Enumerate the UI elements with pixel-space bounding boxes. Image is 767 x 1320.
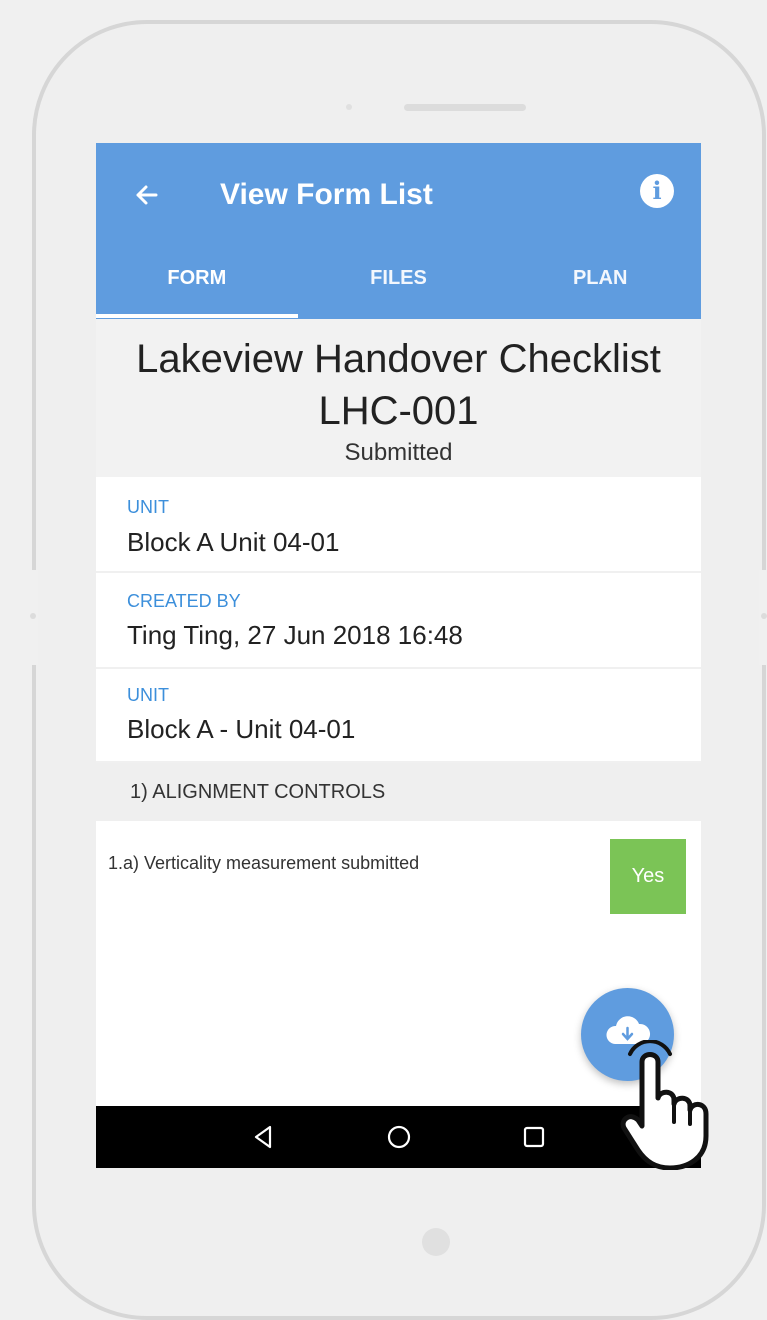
field-label: UNIT	[127, 497, 169, 517]
field-value: Ting Ting, 27 Jun 2018 16:48	[127, 620, 463, 650]
side-dot-left	[30, 613, 36, 619]
front-camera	[346, 104, 352, 110]
tab-form[interactable]: FORM	[96, 258, 298, 318]
app-bar-title: View Form List	[220, 178, 433, 211]
form-title: Lakeview Handover Checklist LHC-001	[136, 337, 661, 433]
info-icon: i	[652, 176, 662, 205]
nav-home-button[interactable]	[384, 1122, 414, 1152]
android-nav-bar	[96, 1106, 701, 1168]
field-unit-detail: UNIT Block A - Unit 04-01	[96, 669, 701, 763]
back-triangle-icon	[254, 1125, 272, 1149]
field-value: Block A - Unit 04-01	[127, 714, 356, 744]
home-circle-icon	[387, 1125, 411, 1149]
form-status: Submitted	[344, 439, 453, 466]
tab-bar: FORM FILES PLAN	[96, 258, 701, 318]
tap-hand-icon	[620, 1040, 709, 1170]
back-button[interactable]	[128, 175, 168, 215]
section-header: 1) ALIGNMENT CONTROLS	[96, 763, 701, 821]
nav-recents-button[interactable]	[519, 1122, 549, 1152]
info-button[interactable]: i	[640, 174, 674, 208]
field-value: Block A Unit 04-01	[127, 527, 340, 557]
home-sensor	[422, 1228, 450, 1256]
app-bar: View Form List i FORM FILES PLAN	[96, 143, 701, 319]
field-created-by: CREATED BY Ting Ting, 27 Jun 2018 16:48	[96, 573, 701, 669]
section-label: 1) ALIGNMENT CONTROLS	[130, 781, 386, 803]
recents-square-icon	[523, 1126, 545, 1148]
field-label: UNIT	[127, 685, 169, 705]
field-unit: UNIT Block A Unit 04-01	[96, 477, 701, 573]
app-screen: View Form List i FORM FILES PLAN Lakevie…	[96, 143, 701, 1168]
tab-plan[interactable]: PLAN	[499, 258, 701, 318]
speaker-grille	[404, 104, 526, 111]
side-dot-right	[761, 613, 767, 619]
answer-yes-button[interactable]: Yes	[610, 839, 686, 914]
checklist-item-text: 1.a) Verticality measurement submitted	[108, 853, 420, 873]
form-header: Lakeview Handover Checklist LHC-001 Subm…	[96, 319, 701, 477]
tab-files[interactable]: FILES	[298, 258, 500, 318]
field-label: CREATED BY	[127, 591, 241, 611]
arrow-left-icon	[136, 185, 158, 205]
nav-back-button[interactable]	[248, 1122, 278, 1152]
